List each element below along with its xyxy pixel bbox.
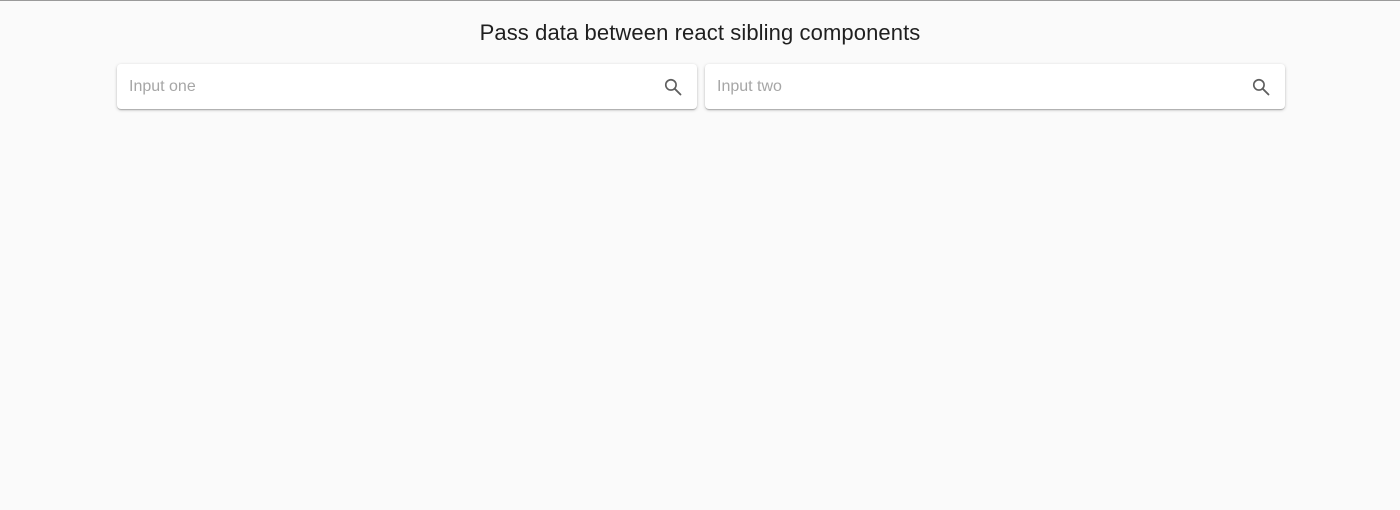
input-one-field[interactable] [117,64,649,109]
app-page: Pass data between react sibling componen… [0,0,1400,510]
input-two-field[interactable] [705,64,1237,109]
search-button-two[interactable] [1237,64,1285,109]
page-title: Pass data between react sibling componen… [479,20,921,45]
search-icon [664,78,682,95]
search-box-one [117,64,697,109]
search-box-two [705,64,1285,109]
search-button-one[interactable] [649,64,697,109]
search-icon [1252,78,1270,95]
